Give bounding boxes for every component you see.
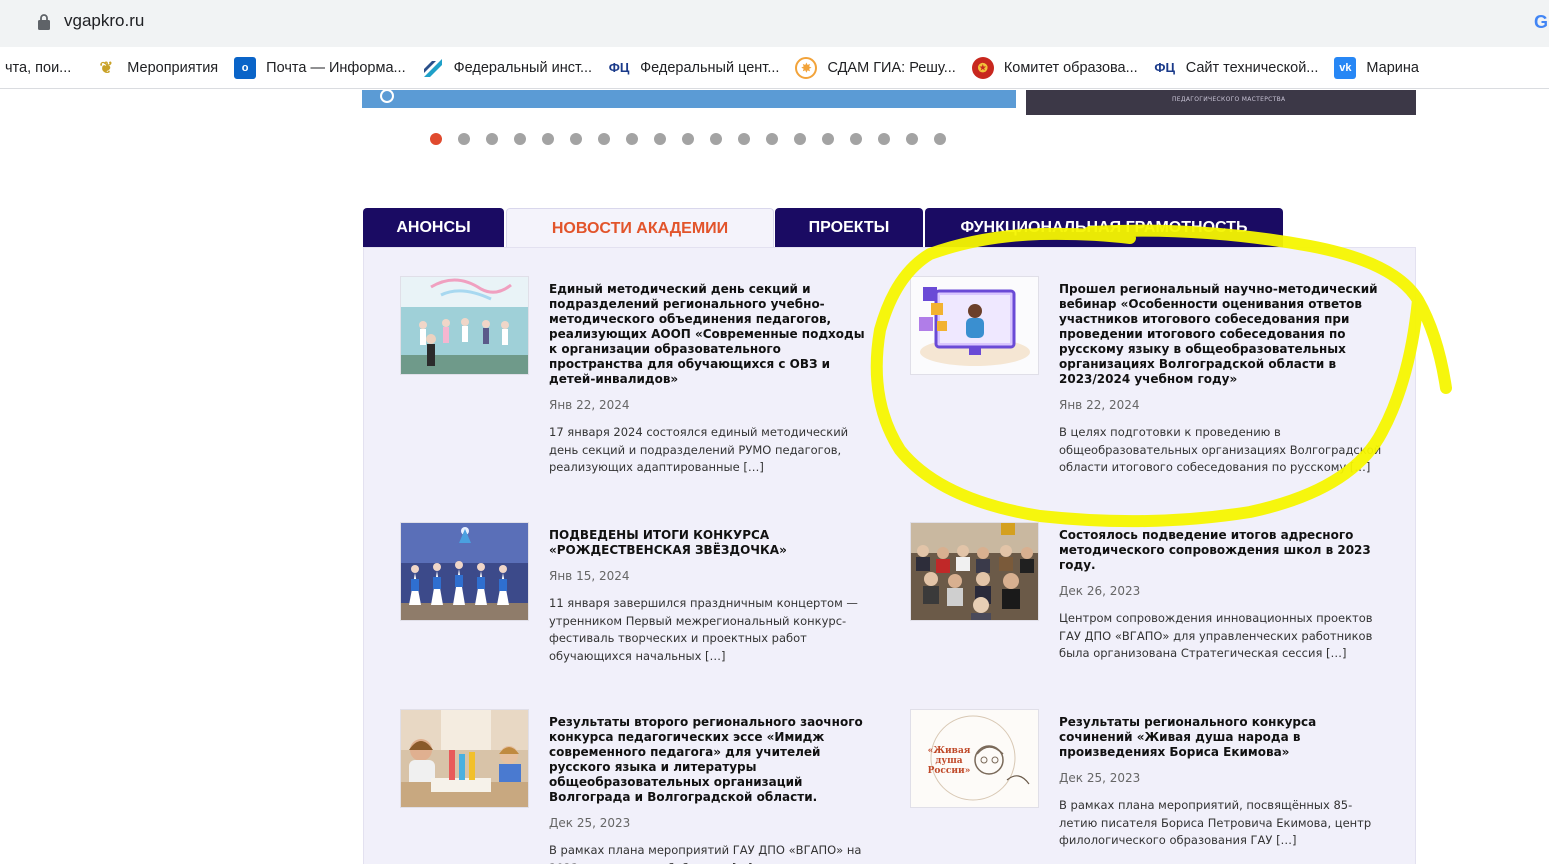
slider-dot[interactable] bbox=[766, 133, 778, 145]
news-date: Дек 25, 2023 bbox=[549, 816, 631, 830]
news-title[interactable]: Единый методический день секций и подраз… bbox=[549, 282, 874, 387]
slider-banner-left[interactable] bbox=[362, 89, 1016, 108]
slider-dot[interactable] bbox=[430, 133, 442, 145]
slider-dot[interactable] bbox=[710, 133, 722, 145]
news-excerpt: 17 января 2024 состоялся единый методиче… bbox=[549, 425, 849, 474]
tab-label: ФУНКЦИОНАЛЬНАЯ ГРАМОТНОСТЬ bbox=[960, 219, 1248, 236]
news-date: Янв 15, 2024 bbox=[549, 569, 630, 583]
slider-dot[interactable] bbox=[878, 133, 890, 145]
news-thumbnail[interactable]: «Живая душа России» bbox=[910, 709, 1039, 808]
fipi-icon bbox=[422, 57, 444, 79]
slider-dot[interactable] bbox=[514, 133, 526, 145]
news-title[interactable]: Состоялось подведение итогов адресного м… bbox=[1059, 528, 1384, 573]
tab-label: НОВОСТИ АКАДЕМИИ bbox=[551, 219, 729, 237]
news-thumbnail[interactable] bbox=[400, 276, 529, 375]
bookmark-label: чта, пои... bbox=[5, 59, 72, 76]
news-title[interactable]: Результаты второго регионального заочног… bbox=[549, 715, 874, 805]
bookmark-item[interactable]: o Почта — Информа... bbox=[226, 47, 413, 88]
news-excerpt: В рамках плана мероприятий ГАУ ДПО «ВГАП… bbox=[549, 843, 862, 864]
lock-icon[interactable] bbox=[37, 13, 51, 31]
emblem-icon: ✪ bbox=[971, 56, 994, 79]
slider-dot[interactable] bbox=[794, 133, 806, 145]
tab-functional-literacy[interactable]: ФУНКЦИОНАЛЬНАЯ ГРАМОТНОСТЬ bbox=[925, 208, 1283, 248]
page: { "browser": { "url": "vgapkro.ru", "boo… bbox=[0, 0, 1549, 864]
slider-dot[interactable] bbox=[626, 133, 638, 145]
news-excerpt: Центром сопровождения инновационных прое… bbox=[1059, 611, 1373, 660]
news-title[interactable]: Результаты регионального конкурса сочине… bbox=[1059, 715, 1384, 760]
slider-dot[interactable] bbox=[542, 133, 554, 145]
bookmark-item[interactable]: ФЦ Федеральный цент... bbox=[600, 47, 787, 88]
slider-dot[interactable] bbox=[822, 133, 834, 145]
tab-academy-news[interactable]: НОВОСТИ АКАДЕМИИ bbox=[506, 208, 774, 248]
bookmark-label: Мероприятия bbox=[127, 59, 219, 76]
sdamgia-icon: ✸ bbox=[795, 56, 818, 79]
slider-dot[interactable] bbox=[738, 133, 750, 145]
slider-dot[interactable] bbox=[682, 133, 694, 145]
news-thumbnail[interactable] bbox=[400, 522, 529, 621]
tab-projects[interactable]: ПРОЕКТЫ bbox=[775, 208, 923, 248]
address-bar: vgapkro.ru G bbox=[0, 0, 1549, 47]
news-date: Дек 26, 2023 bbox=[1059, 584, 1141, 598]
bookmark-item[interactable]: чта, пои... bbox=[0, 47, 79, 88]
circle-icon bbox=[380, 89, 394, 103]
bookmark-label: Федеральный инст... bbox=[453, 59, 593, 76]
slider-dot[interactable] bbox=[934, 133, 946, 145]
news-date: Дек 25, 2023 bbox=[1059, 771, 1141, 785]
ftsto-icon: ФЦ bbox=[1154, 60, 1175, 75]
news-excerpt: В целях подготовки к проведению в общеоб… bbox=[1059, 425, 1382, 474]
thumbnail-caption: «Живая душа России» bbox=[927, 746, 971, 776]
url-text[interactable]: vgapkro.ru bbox=[64, 11, 144, 31]
slider-dot[interactable] bbox=[850, 133, 862, 145]
bookmark-item[interactable]: ✸ СДАМ ГИА: Решу... bbox=[787, 47, 963, 88]
bookmark-item[interactable]: ❦ Мероприятия bbox=[87, 47, 226, 88]
bookmark-label: Почта — Информа... bbox=[266, 59, 406, 76]
news-date: Янв 22, 2024 bbox=[1059, 398, 1140, 412]
slider-dot[interactable] bbox=[654, 133, 666, 145]
bookmark-label: Федеральный цент... bbox=[640, 59, 780, 76]
news-thumbnail[interactable] bbox=[910, 276, 1039, 375]
google-icon[interactable]: G bbox=[1534, 12, 1548, 33]
bookmark-item[interactable]: Федеральный инст... bbox=[414, 47, 600, 88]
slider-dot[interactable] bbox=[486, 133, 498, 145]
bookmark-item[interactable]: vk Марина bbox=[1326, 47, 1427, 88]
tab-label: АНОНСЫ bbox=[396, 219, 471, 236]
news-date: Янв 22, 2024 bbox=[549, 398, 630, 412]
bookmark-label: СДАМ ГИА: Решу... bbox=[827, 59, 956, 76]
ftsto-icon: ФЦ bbox=[608, 60, 630, 75]
news-thumbnail[interactable] bbox=[910, 522, 1039, 621]
bookmark-item[interactable]: ФЦ Сайт технической... bbox=[1146, 47, 1327, 88]
slider-banner-right[interactable]: ПЕДАГОГИЧЕСКОГО МАСТЕРСТВА bbox=[1026, 90, 1416, 115]
omnibox[interactable] bbox=[24, 6, 1549, 40]
news-panel: Единый методический день секций и подраз… bbox=[363, 247, 1416, 864]
banner-caption: ПЕДАГОГИЧЕСКОГО МАСТЕРСТВА bbox=[1172, 96, 1286, 103]
slider-dots bbox=[430, 133, 962, 145]
slider-dot[interactable] bbox=[598, 133, 610, 145]
bookmark-label: Марина bbox=[1366, 59, 1419, 76]
news-excerpt: 11 января завершился праздничным концерт… bbox=[549, 596, 858, 663]
bookmark-label: Комитет образова... bbox=[1003, 59, 1138, 76]
tab-label: ПРОЕКТЫ bbox=[808, 219, 890, 236]
vk-icon: vk bbox=[1334, 56, 1357, 79]
tab-announcements[interactable]: АНОНСЫ bbox=[363, 208, 504, 248]
news-excerpt: В рамках плана мероприятий, посвящённых … bbox=[1059, 798, 1372, 847]
bookmarks-bar: чта, пои... ❦ Мероприятия o Почта — Инфо… bbox=[0, 47, 1549, 89]
slider-dot[interactable] bbox=[570, 133, 582, 145]
bookmark-item[interactable]: ✪ Комитет образова... bbox=[964, 47, 1146, 88]
slider-dot[interactable] bbox=[906, 133, 918, 145]
outlook-icon: o bbox=[234, 56, 257, 79]
news-title[interactable]: Прошел региональный научно-методический … bbox=[1059, 282, 1384, 387]
slider-dot[interactable] bbox=[458, 133, 470, 145]
news-thumbnail[interactable] bbox=[400, 709, 529, 808]
eagle-icon: ❦ bbox=[99, 59, 113, 77]
news-title[interactable]: ПОДВЕДЕНЫ ИТОГИ КОНКУРСА «РОЖДЕСТВЕНСКАЯ… bbox=[549, 528, 874, 558]
bookmark-label: Сайт технической... bbox=[1185, 59, 1319, 76]
